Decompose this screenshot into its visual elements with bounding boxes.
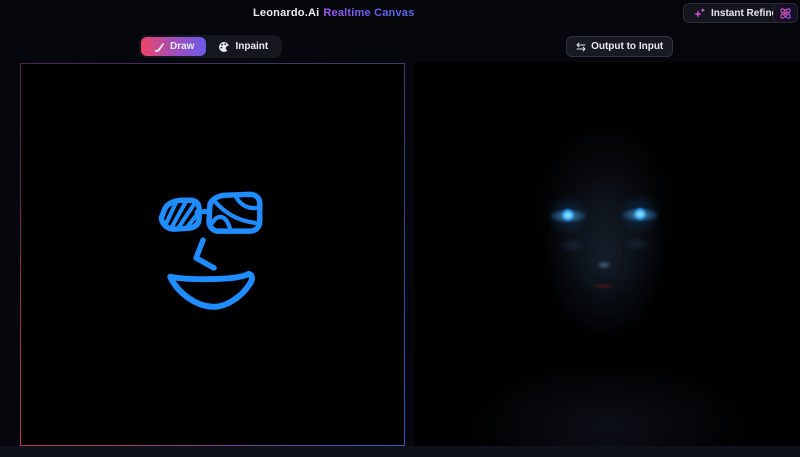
product-name: Realtime Canvas bbox=[323, 7, 414, 19]
orbit-tool-button[interactable] bbox=[773, 3, 798, 23]
brush-icon bbox=[153, 41, 165, 53]
drawing-canvas[interactable] bbox=[20, 63, 405, 446]
tab-inpaint-label: Inpaint bbox=[235, 41, 268, 52]
brand-name: Leonardo.Ai bbox=[253, 7, 319, 19]
top-bar: Leonardo.Ai Realtime Canvas Instant Refin… bbox=[0, 0, 800, 28]
swap-arrows-icon: ⇆ bbox=[576, 41, 586, 53]
instant-refine-button[interactable]: Instant Refine bbox=[683, 3, 787, 23]
tab-draw[interactable]: Draw bbox=[141, 37, 206, 56]
orbit-icon bbox=[778, 6, 793, 21]
generated-portrait-image bbox=[415, 62, 800, 446]
sparkles-icon bbox=[693, 7, 706, 20]
tab-inpaint[interactable]: Inpaint bbox=[206, 37, 280, 56]
output-to-input-button[interactable]: ⇆ Output to Input bbox=[566, 36, 673, 57]
tab-draw-label: Draw bbox=[170, 41, 194, 52]
output-canvas bbox=[415, 62, 800, 446]
output-to-input-label: Output to Input bbox=[591, 41, 663, 52]
instant-refine-label: Instant Refine bbox=[711, 8, 777, 19]
bottom-bar bbox=[0, 446, 800, 457]
page-title: Leonardo.Ai Realtime Canvas bbox=[253, 7, 414, 19]
realtime-canvas-app: Leonardo.Ai Realtime Canvas Instant Refin… bbox=[0, 0, 800, 457]
palette-icon bbox=[218, 41, 230, 53]
mode-tabs: Draw Inpaint bbox=[139, 35, 282, 58]
user-sketch bbox=[21, 64, 404, 445]
